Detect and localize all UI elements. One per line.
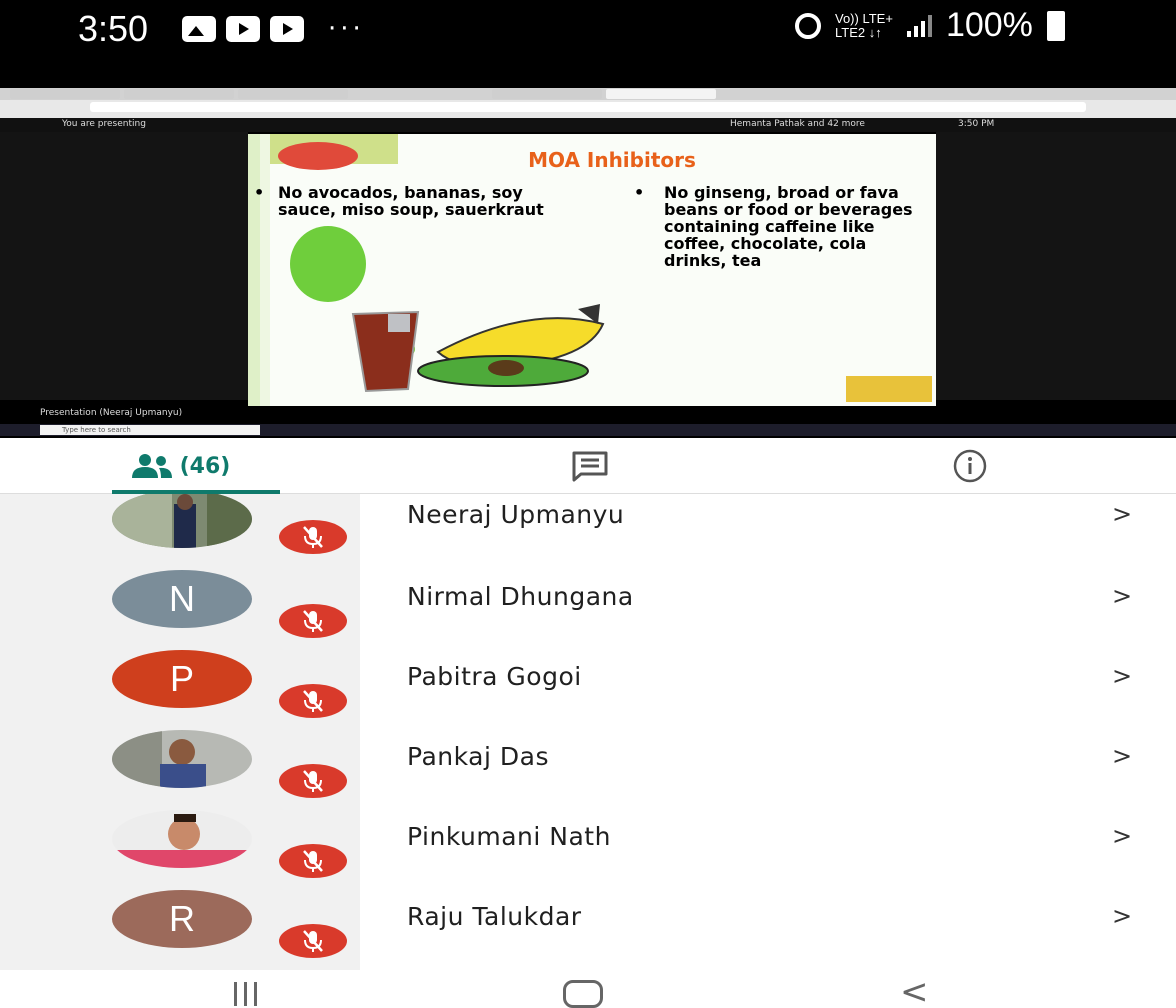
muted-mic-icon bbox=[279, 684, 347, 718]
status-time: 3:50 bbox=[78, 8, 149, 49]
slide-left-text: No avocados, bananas, soy sauce, miso so… bbox=[278, 183, 544, 219]
youtube-icon-2 bbox=[270, 16, 304, 42]
battery-icon bbox=[1046, 10, 1065, 41]
slide-right-bullet: • No ginseng, broad or fava beans or foo… bbox=[634, 183, 933, 270]
more-notifications-icon: ··· bbox=[328, 14, 365, 44]
participant-list[interactable]: Neeraj Upmanyu > N Nirmal Dhungana > P P… bbox=[0, 494, 1176, 970]
back-button[interactable]: < bbox=[900, 972, 929, 1008]
alarm-icon bbox=[795, 12, 821, 39]
presenting-bar: You are presenting Hemanta Pathak and 42… bbox=[0, 118, 1176, 132]
slide-left-bullet: • No avocados, bananas, soy sauce, miso … bbox=[254, 183, 558, 219]
participants-summary: Hemanta Pathak and 42 more bbox=[730, 119, 865, 129]
youtube-icon bbox=[226, 16, 260, 42]
participant-row[interactable]: N Nirmal Dhungana > bbox=[0, 570, 1176, 650]
share-right-pane bbox=[936, 132, 1176, 400]
presentation-slide: MOA Inhibitors • No avocados, bananas, s… bbox=[248, 134, 936, 406]
participant-name: Neeraj Upmanyu bbox=[407, 500, 625, 529]
chevron-right-icon[interactable]: > bbox=[1112, 742, 1132, 770]
people-icon bbox=[131, 454, 172, 478]
chevron-right-icon[interactable]: > bbox=[1112, 902, 1132, 930]
avatar bbox=[112, 810, 252, 868]
shared-browser-chrome bbox=[0, 88, 1176, 118]
slide-title: MOA Inhibitors bbox=[528, 148, 696, 172]
participant-name: Pabitra Gogoi bbox=[407, 662, 582, 691]
status-bar: 3:50 ··· Vo)) LTE+ LTE2 ↓↑ 100% bbox=[0, 0, 1176, 80]
participant-count: (46) bbox=[179, 453, 231, 479]
signal-icon bbox=[906, 14, 932, 37]
home-button[interactable] bbox=[563, 980, 603, 1008]
app-screen: 3:50 ··· Vo)) LTE+ LTE2 ↓↑ 100% You are … bbox=[0, 0, 1176, 1008]
muted-mic-icon bbox=[279, 520, 347, 554]
avatar: R bbox=[112, 890, 252, 948]
info-icon bbox=[953, 449, 987, 483]
meeting-tabbar: (46) bbox=[0, 438, 1176, 494]
recents-button[interactable] bbox=[234, 982, 257, 1006]
chevron-right-icon[interactable]: > bbox=[1112, 500, 1132, 528]
avatar bbox=[112, 494, 252, 548]
avatar-initial: R bbox=[169, 898, 195, 939]
network-indicator: Vo)) LTE+ LTE2 ↓↑ bbox=[835, 10, 893, 40]
slide-right-text: No ginseng, broad or fava beans or food … bbox=[664, 183, 913, 270]
participant-name: Pinkumani Nath bbox=[407, 822, 611, 851]
system-nav-bar: < bbox=[0, 970, 1176, 1008]
gallery-icon bbox=[182, 16, 216, 42]
chevron-right-icon[interactable]: > bbox=[1112, 662, 1132, 690]
tab-chat[interactable] bbox=[520, 438, 660, 494]
muted-mic-icon bbox=[279, 604, 347, 638]
participant-name: Pankaj Das bbox=[407, 742, 549, 771]
avatar-initial: N bbox=[169, 578, 195, 619]
participant-row[interactable]: P Pabitra Gogoi > bbox=[0, 650, 1176, 730]
notification-icons: ··· bbox=[182, 14, 365, 44]
tab-people[interactable]: (46) bbox=[40, 438, 320, 494]
participant-row[interactable]: Pankaj Das > bbox=[0, 730, 1176, 810]
participant-name: Raju Talukdar bbox=[407, 902, 582, 931]
avatar bbox=[112, 730, 252, 788]
presentation-caption: Presentation (Neeraj Upmanyu) bbox=[40, 408, 183, 418]
battery-percent: 100% bbox=[945, 6, 1033, 44]
slide-illustration bbox=[248, 134, 932, 406]
muted-mic-icon bbox=[279, 844, 347, 878]
participant-name: Nirmal Dhungana bbox=[407, 582, 634, 611]
share-left-pane bbox=[0, 132, 248, 400]
avatar: N bbox=[112, 570, 252, 628]
screen-share-view[interactable]: You are presenting Hemanta Pathak and 42… bbox=[0, 80, 1176, 438]
chat-icon bbox=[572, 451, 608, 482]
meeting-clock: 3:50 PM bbox=[958, 119, 995, 129]
participant-row[interactable]: Neeraj Upmanyu > bbox=[0, 494, 1176, 570]
avatar: P bbox=[112, 650, 252, 708]
participant-row[interactable]: Pinkumani Nath > bbox=[0, 810, 1176, 890]
presenting-label: You are presenting bbox=[62, 119, 146, 129]
taskbar-search: Type here to search bbox=[40, 425, 260, 435]
chevron-right-icon[interactable]: > bbox=[1112, 822, 1132, 850]
chevron-right-icon[interactable]: > bbox=[1112, 582, 1132, 610]
shared-taskbar: Type here to search bbox=[0, 424, 1176, 436]
tab-info[interactable] bbox=[910, 438, 1030, 494]
status-right: Vo)) LTE+ LTE2 ↓↑ 100% bbox=[795, 6, 1065, 45]
muted-mic-icon bbox=[279, 924, 347, 958]
muted-mic-icon bbox=[279, 764, 347, 798]
avatar-initial: P bbox=[169, 658, 194, 699]
participant-row[interactable]: R Raju Talukdar > bbox=[0, 890, 1176, 970]
